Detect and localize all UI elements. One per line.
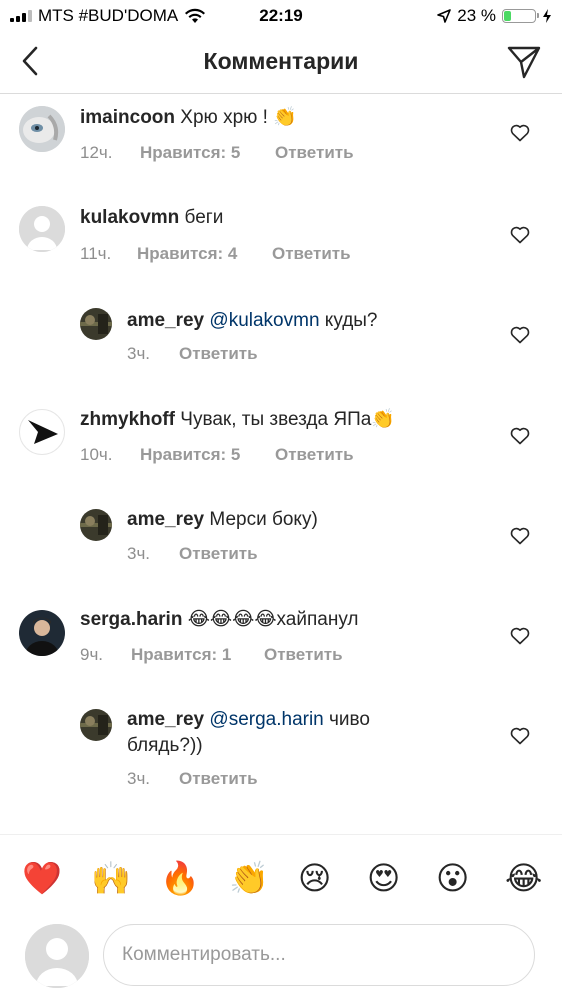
avatar[interactable] [19,206,65,252]
comment-likes[interactable]: Нравится: 1 [131,645,264,665]
avatar[interactable] [80,509,112,541]
comment-body: ame_rey Мерси боку) [127,507,318,533]
comment-body: ame_rey @kulakovmn куды? [127,308,378,334]
comment-meta: 10ч. Нравится: 5 Ответить [80,445,354,465]
heart-outline-icon[interactable] [510,727,530,745]
heart-outline-icon[interactable] [510,226,530,244]
comment-username[interactable]: serga.harin [80,609,182,630]
reply-button[interactable]: Ответить [275,445,354,465]
comment-time: 11ч. [80,244,112,263]
comment-meta: 3ч. Ответить [127,344,258,364]
comment-time: 12ч. [80,143,113,162]
comment-item: imaincoon Хрю хрю ! 👏 12ч. Нравится: 5 О… [0,100,562,190]
battery-icon [502,9,539,23]
comment-text: Мерси боку) [209,509,318,530]
comment-time: 3ч. [127,769,151,788]
avatar[interactable] [19,409,65,455]
comment-item: kulakovmn беги 11ч. Нравится: 4 Ответить [0,202,562,292]
comment-item: serga.harin 😂😂😂😂хайпанул 9ч. Нравится: 1… [0,605,562,695]
comment-username[interactable]: ame_rey [127,709,204,730]
comment-meta: 3ч. Ответить [127,544,258,564]
comment-username[interactable]: kulakovmn [80,207,179,228]
charging-bolt-icon [543,9,551,23]
header: Комментарии [0,32,562,94]
heart-outline-icon[interactable] [510,124,530,142]
comment-body: zhmykhoff Чувак, ты звезда ЯПа👏 [80,407,395,433]
location-arrow-icon [437,9,452,23]
comment-text: 😂😂😂😂хайпанул [187,609,359,630]
comment-username[interactable]: zhmykhoff [80,409,175,430]
status-right: 23 % [437,6,552,26]
emoji-raised-hands-button[interactable]: 🙌 [91,859,131,897]
comment-username[interactable]: ame_rey [127,509,204,530]
comment-body: imaincoon Хрю хрю ! 👏 [80,105,297,131]
mention-link[interactable]: @serga.harin [209,709,323,730]
reply-button[interactable]: Ответить [275,143,354,163]
emoji-clap-button[interactable]: 👏 [229,859,269,897]
avatar[interactable] [80,709,112,741]
page-title: Комментарии [203,48,359,74]
comment-meta: 11ч. Нравится: 4 Ответить [80,244,351,264]
reply-item: ame_rey Мерси боку) 3ч. Ответить [0,506,562,586]
reply-item: ame_rey @serga.harin чиво блядь?)) 3ч. О… [0,706,562,806]
battery-percent: 23 % [457,6,496,25]
comment-time: 3ч. [127,344,151,363]
comment-meta: 9ч. Нравится: 1 Ответить [80,645,343,665]
comment-likes[interactable]: Нравится: 4 [137,244,272,264]
heart-outline-icon[interactable] [510,627,530,645]
quick-emoji-bar: ❤️ 🙌 🔥 👏 😢 😍 😮 😂 [0,834,562,921]
heart-outline-icon[interactable] [510,527,530,545]
comment-username[interactable]: imaincoon [80,107,175,128]
comment-input[interactable] [103,924,535,986]
mention-link[interactable]: @kulakovmn [209,310,319,331]
comment-text: Чувак, ты звезда ЯПа👏 [180,409,395,430]
comment-text: чиво [329,709,370,730]
emoji-heart-eyes-button[interactable]: 😍 [367,859,400,897]
heart-outline-icon[interactable] [510,326,530,344]
reply-button[interactable]: Ответить [179,344,258,364]
comment-body: serga.harin 😂😂😂😂хайпанул [80,607,359,633]
reply-button[interactable]: Ответить [179,769,258,789]
status-bar: MTS #BUD'DOMA 22:19 23 % [0,0,562,32]
comment-time: 3ч. [127,544,151,563]
comment-composer [0,920,562,1000]
comment-text: куды? [324,310,378,331]
avatar[interactable] [80,308,112,340]
avatar [25,924,89,988]
reply-button[interactable]: Ответить [179,544,258,564]
comment-body: kulakovmn беги [80,205,223,231]
avatar[interactable] [19,106,65,152]
comment-body: ame_rey @serga.harin чиво блядь?)) [127,707,427,759]
comment-likes[interactable]: Нравится: 5 [140,445,275,465]
comment-meta: 12ч. Нравится: 5 Ответить [80,143,354,163]
emoji-fire-button[interactable]: 🔥 [160,859,200,897]
comment-text: Хрю хрю ! 👏 [180,107,297,128]
avatar[interactable] [19,610,65,656]
heart-outline-icon[interactable] [510,427,530,445]
emoji-surprised-button[interactable]: 😮 [436,859,469,897]
reply-button[interactable]: Ответить [264,645,343,665]
comment-time: 9ч. [80,645,104,664]
comment-text: беги [184,207,224,228]
reply-item: ame_rey @kulakovmn куды? 3ч. Ответить [0,305,562,385]
emoji-crying-button[interactable]: 😢 [298,859,331,897]
reply-button[interactable]: Ответить [272,244,351,264]
comment-time: 10ч. [80,445,113,464]
comment-text-line-2: блядь?)) [127,735,203,756]
emoji-laughing-button[interactable]: 😂 [505,859,542,897]
paper-plane-icon[interactable] [506,44,542,80]
comment-username[interactable]: ame_rey [127,310,204,331]
comment-meta: 3ч. Ответить [127,769,258,789]
comment-likes[interactable]: Нравится: 5 [140,143,275,163]
emoji-heart-button[interactable]: ❤️ [22,859,62,897]
comment-item: zhmykhoff Чувак, ты звезда ЯПа👏 10ч. Нра… [0,404,562,494]
